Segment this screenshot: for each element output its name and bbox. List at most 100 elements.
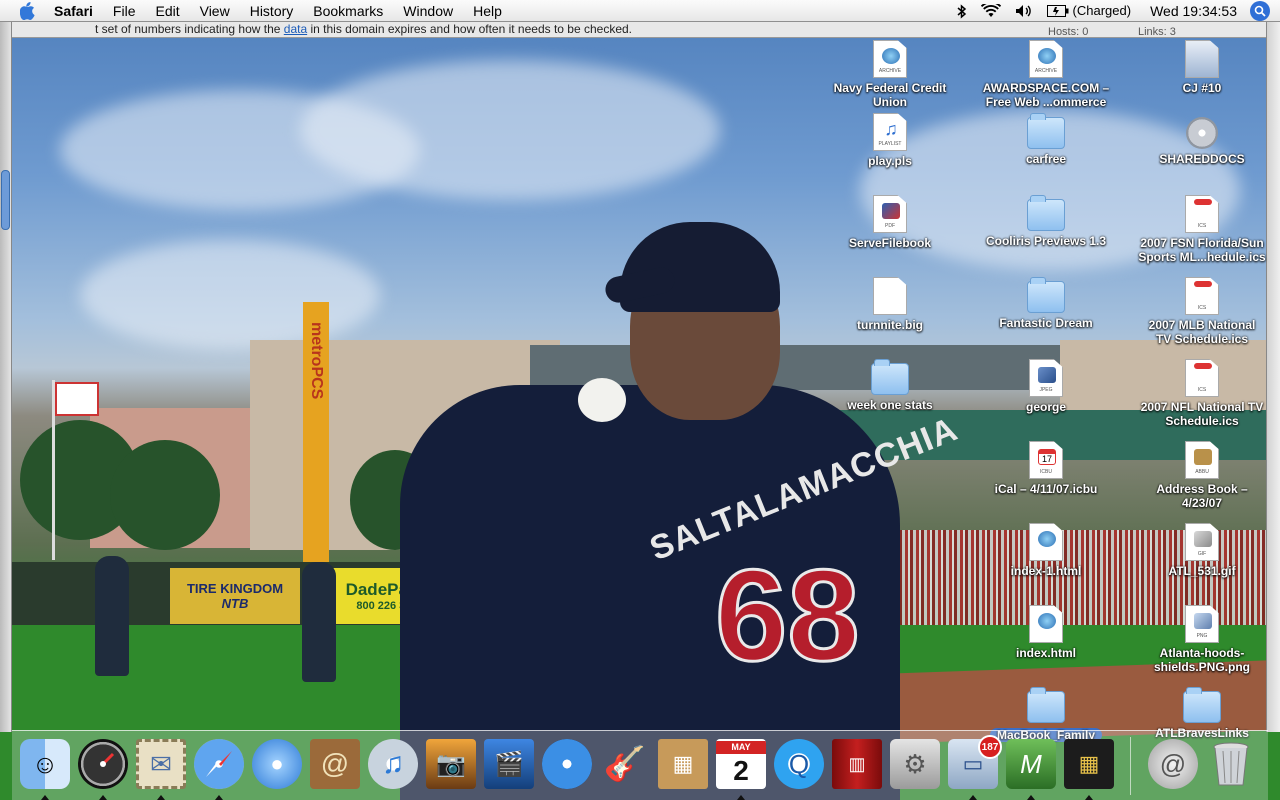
metropcs-pole: metroPCS [303,302,329,562]
menu-view[interactable]: View [190,0,240,22]
menu-clock[interactable]: Wed 19:34:53 [1138,0,1244,22]
desktop-icon-servefilebook[interactable]: PDF ServeFilebook [810,195,970,250]
ichat-bubble-icon: ● [270,751,284,776]
data-link[interactable]: data [284,22,307,36]
desktop-icon-carfree[interactable]: carfree [966,113,1126,166]
dock-imovie[interactable]: 🎬 [484,739,534,789]
dock-garageband[interactable]: 🎸 [600,739,650,789]
desktop-icon-navy-federal[interactable]: ARCHIVE Navy Federal Credit Union [810,40,970,109]
desktop-icon-week-one-stats[interactable]: week one stats [810,359,970,412]
address-book-icon: @ [320,748,350,779]
battery-status[interactable]: (Charged) [1040,0,1139,22]
dock-downloads[interactable]: @ [1148,739,1198,789]
desktop-icon-nfl-national-ics[interactable]: ICS 2007 NFL National TV Schedule.ics [1122,359,1280,428]
menu-history[interactable]: History [240,0,304,22]
ical-backup-icon: 17 ICBU [1029,441,1063,479]
running-indicator [157,795,165,800]
dock-preview[interactable]: ▭ 187 [948,735,1002,789]
itunes-note-icon: ♫ [381,747,405,780]
dock-finder[interactable]: ☺ [20,739,70,789]
wifi-icon[interactable] [974,4,1008,18]
menu-edit[interactable]: Edit [145,0,189,22]
text-editor-icon: M [1020,748,1042,779]
desktop-icon-atl-531-gif[interactable]: GIF ATL_531.gif [1122,523,1280,578]
folder-icon [1027,687,1065,723]
running-indicator [737,795,745,800]
florida-flag [55,382,99,416]
trash-icon [1213,742,1249,786]
desktop-icon-turnnite-big[interactable]: turnnite.big [810,277,970,332]
webloc-archive-icon: ARCHIVE [1029,40,1063,78]
dock-itunes[interactable]: ♫ [368,739,418,789]
umpire [95,556,129,676]
page-text: t set of numbers indicating how the data… [95,22,633,36]
ics-icon: ICS [1185,195,1219,233]
apple-menu-icon[interactable] [16,0,38,22]
desktop-icon-george[interactable]: JPEG george [966,359,1126,414]
ics-icon: ICS [1185,277,1219,315]
dock-safari[interactable] [194,739,244,789]
app-menu-safari[interactable]: Safari [52,0,103,22]
jersey-number: 68 [714,541,862,690]
dock-textmate[interactable]: M [1006,739,1056,789]
desktop-icon-atlanta-hoods-png[interactable]: PNG Atlanta-hoods- shields.PNG.png [1122,605,1280,674]
dock-photo-booth[interactable]: ▥ [832,739,882,789]
dock-ical[interactable]: MAY 2 [716,739,766,789]
desktop-icon-awardspace[interactable]: ARCHIVE AWARDSPACE.COM – Free Web ...omm… [966,40,1126,109]
background-safari-window[interactable]: t set of numbers indicating how the data… [0,22,1280,38]
playlist-icon: ♫ PLAYLIST [873,113,907,151]
folder-icon [1027,277,1065,313]
webloc-archive-icon: ARCHIVE [873,40,907,78]
desktop-icon-index-1-html[interactable]: index-1.html [966,523,1126,578]
bluetooth-icon[interactable] [950,3,974,19]
spotlight-search-icon[interactable] [1250,1,1270,21]
dock-stacks[interactable]: ▦ [1064,739,1114,789]
volume-icon[interactable] [1008,4,1040,18]
dock-mail[interactable]: ✉ [136,739,186,789]
menu-help[interactable]: Help [463,0,512,22]
dock-trash[interactable] [1206,739,1256,789]
menu-file[interactable]: File [103,0,146,22]
dock-system-preferences[interactable]: ⚙ [890,739,940,789]
running-indicator [969,795,977,800]
png-icon: PNG [1185,605,1219,643]
mail-stamp-icon: ✉ [150,748,172,779]
desktop-icon-cooliris-previews[interactable]: Cooliris Previews 1.3 [966,195,1126,248]
desktop-icon-shareddocs[interactable]: SHAREDDOCS [1122,113,1280,166]
scroll-knob[interactable] [1,170,10,230]
desktop-icon-address-book-backup[interactable]: ABBU Address Book – 4/23/07 [1122,441,1280,510]
html-file-icon [1029,605,1063,643]
desktop-icon-fantastic-dream[interactable]: Fantastic Dream [966,277,1126,330]
desktop-icon-mlb-national-ics[interactable]: ICS 2007 MLB National TV Schedule.ics [1122,277,1280,346]
battery-icon [1046,5,1069,17]
dock-ichat[interactable]: ● [252,739,302,789]
desktop-icon-fsn-florida-ics[interactable]: ICS 2007 FSN Florida/Sun Sports ML...hed… [1122,195,1280,264]
dock-quicktime[interactable]: Q [774,739,824,789]
dock: ☺ ✉ ● @ ♫ 📷 🎬 ● 🎸 ▦ MAY 2 Q ▥ ⚙ ▭ 187 M … [12,730,1268,800]
ics-icon: ICS [1185,359,1219,397]
garageband-guitar-icon: 🎸 [603,745,647,783]
desktop-icon-index-html[interactable]: index.html [966,605,1126,660]
safari-compass-icon [206,751,232,777]
iphoto-icon: 📷 [436,750,466,778]
dock-iphoto[interactable]: 📷 [426,739,476,789]
background-window-left-edge[interactable] [0,22,12,732]
desktop-icon-ical-backup[interactable]: 17 ICBU iCal – 4/11/07.icbu [966,441,1126,496]
pdf-icon: PDF [873,195,907,233]
folder-icon [1027,195,1065,231]
dock-dashboard[interactable] [78,739,128,789]
desktop-icon-cj-10[interactable]: CJ #10 [1122,40,1280,95]
menu-window[interactable]: Window [393,0,463,22]
dock-iweb[interactable]: ▦ [658,739,708,789]
iweb-icon: ▦ [672,751,694,776]
menu-bookmarks[interactable]: Bookmarks [303,0,393,22]
running-indicator [215,795,223,800]
disk-image-icon [1185,40,1219,78]
umpire [302,562,336,682]
menu-bar: Safari File Edit View History Bookmarks … [0,0,1280,22]
shared-disk-icon [1186,117,1218,149]
dock-address-book[interactable]: @ [310,739,360,789]
desktop-icon-play-pls[interactable]: ♫ PLAYLIST play.pls [810,113,970,168]
dashboard-icon [100,752,115,767]
dock-idvd[interactable]: ● [542,739,592,789]
